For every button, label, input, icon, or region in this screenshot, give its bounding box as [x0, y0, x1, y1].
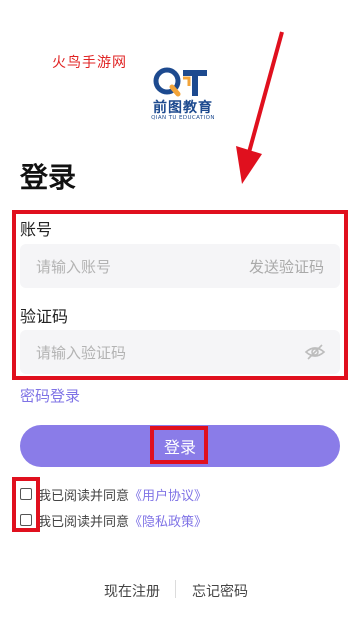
footer-divider — [175, 580, 176, 598]
logo-mark-icon — [153, 67, 207, 97]
logo-name: 前图教育 — [153, 100, 213, 116]
annotation-box-login — [150, 426, 208, 464]
user-agreement-row: 我已阅读并同意 《用户协议》 — [20, 484, 207, 504]
watermark-text: 火鸟手游网 — [52, 55, 127, 71]
user-agreement-link[interactable]: 《用户协议》 — [129, 485, 207, 504]
page-title: 登录 — [20, 161, 77, 194]
annotation-arrow-icon — [236, 31, 284, 184]
forgot-password-link[interactable]: 忘记密码 — [192, 581, 248, 601]
annotation-box-checkboxes — [12, 477, 40, 532]
register-link[interactable]: 现在注册 — [104, 581, 160, 601]
brand-logo: 前图教育 QIAN TU EDUCATION — [145, 66, 221, 124]
privacy-policy-row: 我已阅读并同意 《隐私政策》 — [20, 510, 207, 530]
logo-subtitle: QIAN TU EDUCATION — [151, 115, 215, 121]
agreement-prefix: 我已阅读并同意 — [38, 514, 130, 530]
password-login-link[interactable]: 密码登录 — [20, 385, 80, 406]
annotation-box-form — [12, 210, 348, 380]
privacy-policy-link[interactable]: 《隐私政策》 — [129, 511, 207, 530]
agreement-prefix: 我已阅读并同意 — [38, 488, 130, 504]
